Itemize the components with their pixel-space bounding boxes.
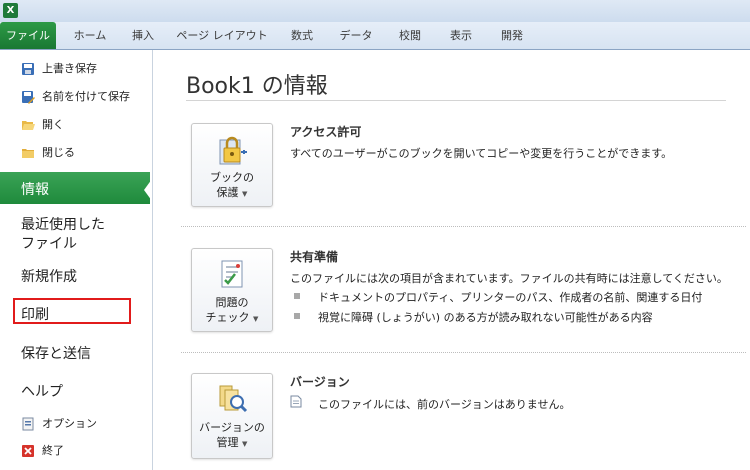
nav-save-send[interactable]: 保存と送信 xyxy=(0,340,150,368)
save-as-command[interactable]: 名前を付けて保存 xyxy=(0,84,150,110)
nav-recent-label-line1: 最近使用した xyxy=(21,217,105,233)
options-label: オプション xyxy=(42,417,97,430)
info-panel: Book1 の情報 ブックの 保護 ▼ アクセス許可 すべてのユーザーがこのブッ… xyxy=(153,50,750,470)
nav-new[interactable]: 新規作成 xyxy=(0,262,150,290)
nav-recent-files[interactable]: 最近使用した ファイル xyxy=(0,210,150,254)
check-issues-label: 問題の チェック ▼ xyxy=(192,295,272,327)
nav-help[interactable]: ヘルプ xyxy=(0,378,150,406)
open-folder-icon xyxy=(22,121,35,130)
tab-home[interactable]: ホーム xyxy=(68,22,112,49)
bullet-icon xyxy=(294,313,300,319)
close-command[interactable]: 閉じる xyxy=(0,140,150,166)
save-as-label: 名前を付けて保存 xyxy=(42,90,130,103)
exit-icon xyxy=(22,445,34,457)
permissions-description: すべてのユーザーがこのブックを開いてコピーや変更を行うことができます。 xyxy=(290,147,673,160)
chevron-down-icon: ▼ xyxy=(242,440,248,448)
versions-label-line2: 管理 xyxy=(216,436,239,449)
versions-label-line1: バージョンの xyxy=(199,421,265,434)
nav-save-send-label: 保存と送信 xyxy=(21,346,91,362)
chevron-down-icon: ▼ xyxy=(242,190,248,198)
exit-command[interactable]: 終了 xyxy=(0,438,150,464)
tab-data[interactable]: データ xyxy=(334,22,378,49)
check-label-line1: 問題の xyxy=(215,296,249,309)
check-issues-icon xyxy=(221,260,243,288)
prepare-item-accessibility: 視覚に障碍 (しょうがい) のある方が読み取れない可能性がある内容 xyxy=(318,311,653,324)
close-label: 閉じる xyxy=(42,146,75,159)
options-command[interactable]: オプション xyxy=(0,411,150,437)
tab-review[interactable]: 校閲 xyxy=(388,22,432,49)
permissions-heading: アクセス許可 xyxy=(290,125,362,139)
tab-view[interactable]: 表示 xyxy=(439,22,483,49)
nav-help-label: ヘルプ xyxy=(21,384,63,400)
exit-label: 終了 xyxy=(42,444,64,457)
nav-recent-label-line2: ファイル xyxy=(21,236,77,252)
ribbon-tab-row: ファイル ホーム 挿入 ページ レイアウト 数式 データ 校閲 表示 開発 xyxy=(0,22,750,50)
version-file-icon xyxy=(290,395,302,408)
protect-workbook-icon xyxy=(219,136,247,165)
section-divider xyxy=(181,352,746,353)
tab-insert[interactable]: 挿入 xyxy=(121,22,165,49)
versions-description: このファイルには、前のバージョンはありません。 xyxy=(318,398,571,411)
save-command[interactable]: 上書き保存 xyxy=(0,56,150,82)
check-issues-button[interactable]: 問題の チェック ▼ xyxy=(191,248,273,332)
open-label: 開く xyxy=(42,118,64,131)
bullet-icon xyxy=(294,293,300,299)
section-divider xyxy=(181,226,746,227)
prepare-heading: 共有準備 xyxy=(290,250,339,264)
prepare-item-properties: ドキュメントのプロパティ、プリンターのパス、作成者の名前、関連する日付 xyxy=(318,291,703,304)
tab-developer[interactable]: 開発 xyxy=(490,22,534,49)
protect-workbook-button[interactable]: ブックの 保護 ▼ xyxy=(191,123,273,207)
nav-new-label: 新規作成 xyxy=(21,269,77,285)
save-as-icon xyxy=(22,91,35,104)
manage-versions-icon xyxy=(219,385,248,413)
tab-page-layout[interactable]: ページ レイアウト xyxy=(176,22,268,49)
manage-versions-button[interactable]: バージョンの 管理 ▼ xyxy=(191,373,273,459)
page-title: Book1 の情報 xyxy=(186,74,328,99)
check-label-line2: チェック xyxy=(205,311,250,324)
protect-workbook-label: ブックの 保護 ▼ xyxy=(192,170,272,202)
open-command[interactable]: 開く xyxy=(0,112,150,138)
nav-info[interactable]: 情報 xyxy=(0,172,152,204)
versions-heading: バージョン xyxy=(290,375,350,389)
tab-formulas[interactable]: 数式 xyxy=(280,22,324,49)
protect-label-line1: ブックの xyxy=(210,171,254,184)
backstage-sidebar: 上書き保存 名前を付けて保存 開く 閉じる 情報 最近使用した ファイル 新規作… xyxy=(0,50,153,470)
tab-file[interactable]: ファイル xyxy=(0,22,56,49)
title-divider xyxy=(186,100,726,101)
prepare-description: このファイルには次の項目が含まれています。ファイルの共有時には注意してください。 xyxy=(290,272,728,285)
print-highlight-box xyxy=(13,298,131,324)
manage-versions-label: バージョンの 管理 ▼ xyxy=(192,420,272,452)
protect-label-line2: 保護 xyxy=(216,186,239,199)
close-folder-icon xyxy=(22,149,34,158)
options-icon xyxy=(22,417,34,431)
save-icon xyxy=(22,63,34,75)
title-bar: X xyxy=(0,0,750,22)
chevron-down-icon: ▼ xyxy=(253,315,259,323)
save-label: 上書き保存 xyxy=(42,62,97,75)
excel-app-icon[interactable]: X xyxy=(3,3,18,18)
nav-info-label: 情報 xyxy=(21,182,49,198)
